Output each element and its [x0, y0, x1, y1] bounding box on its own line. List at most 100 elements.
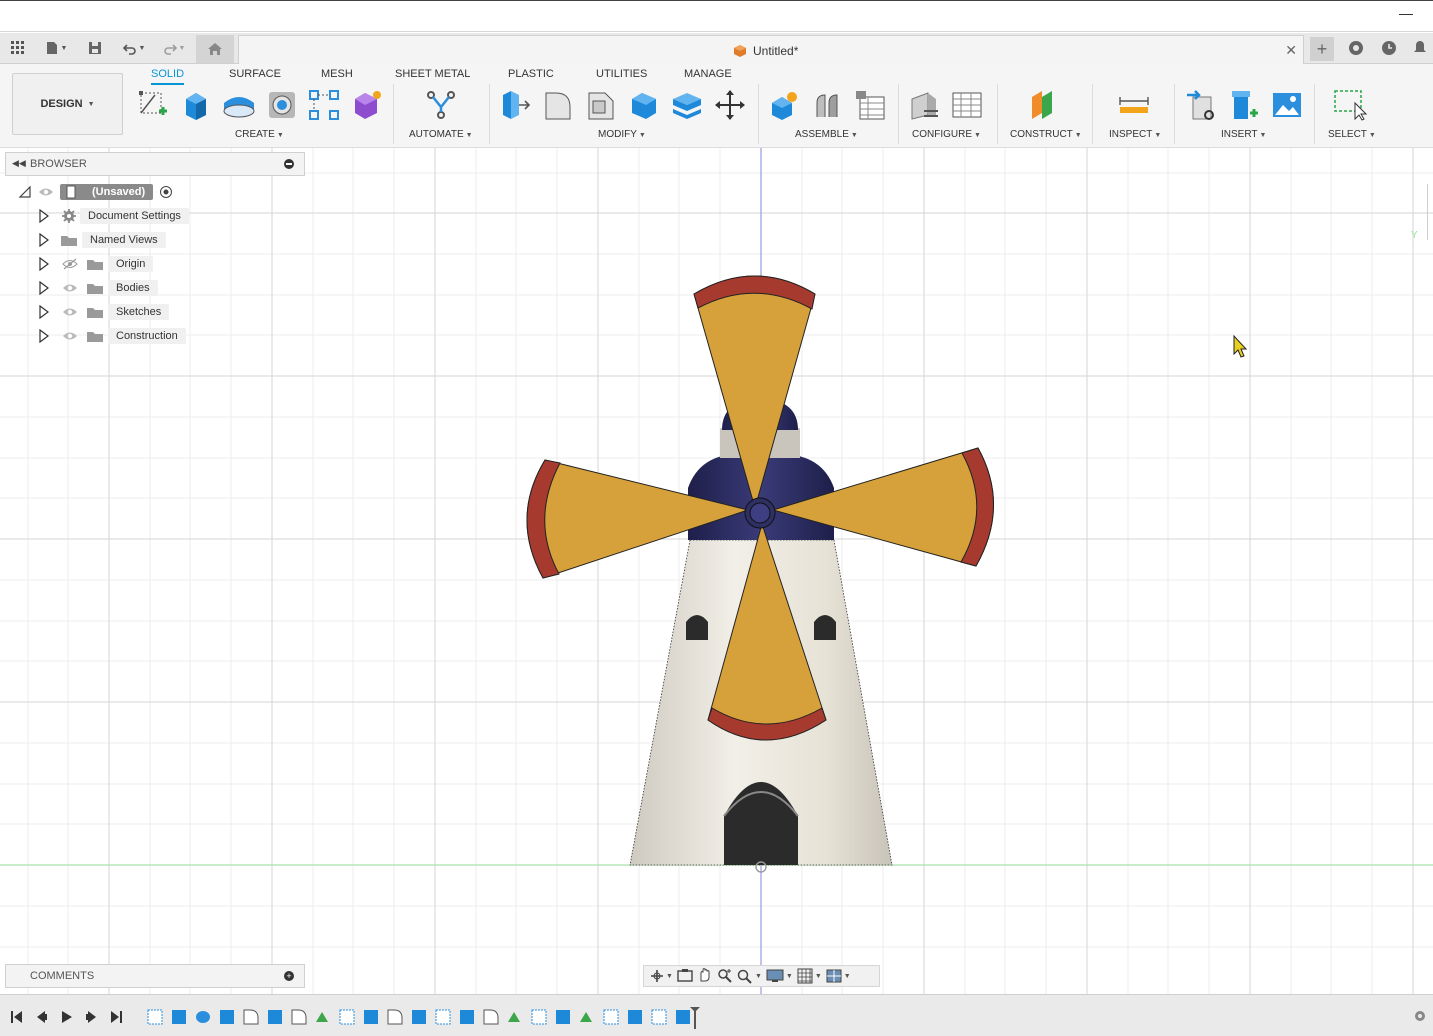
browser-item-named-views[interactable]: Named Views [38, 230, 166, 250]
measure-icon[interactable] [1117, 88, 1151, 122]
group-insert-label[interactable]: INSERT ▼ [1221, 129, 1266, 140]
eye-icon[interactable] [62, 307, 78, 317]
comments-panel-header[interactable]: COMMENTS + [5, 964, 305, 988]
browser-item-bodies[interactable]: Bodies [38, 278, 158, 298]
browser-item-sketches[interactable]: Sketches [38, 302, 170, 322]
fit-icon[interactable]: ▼ [737, 968, 762, 984]
insert-derive-icon[interactable] [1184, 88, 1218, 122]
file-menu-button[interactable]: ▼ [40, 38, 72, 58]
notifications-icon[interactable] [1410, 38, 1430, 58]
create-form-icon[interactable] [350, 88, 384, 122]
tab-surface[interactable]: SURFACE [229, 68, 281, 80]
group-assemble-label[interactable]: ASSEMBLE ▼ [795, 129, 858, 140]
browser-item-construction[interactable]: Construction [38, 326, 186, 346]
browser-minimize-button[interactable] [284, 159, 294, 169]
revolve-icon[interactable] [222, 88, 256, 122]
expand-triangle-icon[interactable] [38, 329, 50, 343]
tab-solid[interactable]: SOLID [151, 68, 185, 85]
browser-item-document-settings[interactable]: Document Settings [38, 206, 189, 226]
timeline-track[interactable] [146, 1007, 706, 1029]
look-at-icon[interactable] [677, 968, 693, 985]
toolbar-separator [1092, 84, 1093, 144]
insert-mcmaster-icon[interactable] [1227, 88, 1261, 122]
press-pull-icon[interactable] [498, 88, 532, 122]
undo-button[interactable]: ▼ [118, 38, 150, 58]
display-settings-icon[interactable]: ▼ [766, 969, 793, 983]
configuration-table-icon[interactable] [950, 88, 984, 122]
extrude-icon[interactable] [179, 88, 213, 122]
viewcube[interactable]: Y [1409, 184, 1433, 244]
chamfer-icon[interactable] [584, 88, 618, 122]
eye-icon[interactable] [38, 187, 54, 197]
collapse-browser-icon[interactable]: ◀◀ [12, 158, 26, 169]
bill-of-materials-icon[interactable] [853, 88, 887, 122]
select-window-icon[interactable] [1333, 88, 1367, 122]
viewport-graphics[interactable] [0, 148, 1433, 994]
viewports-icon[interactable]: ▼ [826, 969, 851, 983]
expand-triangle-icon[interactable] [38, 209, 50, 223]
tab-manage[interactable]: MANAGE [684, 68, 732, 80]
configure-icon[interactable] [907, 88, 941, 122]
group-modify-label[interactable]: MODIFY ▼ [598, 129, 646, 140]
group-automate-label[interactable]: AUTOMATE ▼ [409, 129, 473, 140]
3d-viewport[interactable]: Y [0, 148, 1433, 994]
create-sketch-icon[interactable] [136, 88, 170, 122]
browser-root-label[interactable]: (Unsaved) [60, 184, 154, 200]
offset-plane-icon[interactable] [1027, 88, 1061, 122]
browser-item-origin[interactable]: Origin [38, 254, 154, 274]
group-inspect-label[interactable]: INSPECT ▼ [1109, 129, 1161, 140]
pan-icon[interactable] [697, 967, 713, 986]
joint-icon[interactable] [810, 88, 844, 122]
timeline-settings-icon[interactable] [1413, 1009, 1427, 1023]
new-tab-button[interactable]: + [1310, 37, 1334, 61]
workspace-switcher[interactable]: DESIGN ▼ [12, 73, 123, 135]
tab-sheet-metal[interactable]: SHEET METAL [395, 68, 470, 80]
eye-icon[interactable] [62, 283, 78, 293]
redo-button[interactable]: ▼ [158, 38, 190, 58]
orbit-icon[interactable]: ▼ [650, 969, 673, 983]
extensions-icon[interactable] [1346, 38, 1366, 58]
expand-triangle-icon[interactable] [38, 281, 50, 295]
step-forward-icon[interactable] [85, 1010, 98, 1024]
move-icon[interactable] [713, 88, 747, 122]
eye-hidden-icon[interactable] [62, 258, 78, 270]
go-to-end-icon[interactable] [110, 1010, 123, 1024]
activate-radio-icon[interactable] [159, 185, 173, 199]
collapse-triangle-icon[interactable] [18, 185, 32, 199]
insert-canvas-icon[interactable] [1270, 88, 1304, 122]
step-back-icon[interactable] [35, 1010, 48, 1024]
expand-triangle-icon[interactable] [38, 233, 50, 247]
add-comment-button[interactable]: + [284, 971, 294, 981]
tab-utilities[interactable]: UTILITIES [596, 68, 647, 80]
zoom-icon[interactable] [717, 967, 733, 986]
job-status-icon[interactable] [1379, 38, 1399, 58]
minimize-button[interactable]: — [1399, 5, 1413, 21]
browser-panel-header[interactable]: ◀◀ BROWSER [5, 152, 305, 176]
eye-icon[interactable] [62, 331, 78, 341]
grid-settings-icon[interactable]: ▼ [797, 968, 822, 984]
new-component-icon[interactable] [767, 88, 801, 122]
save-icon[interactable] [86, 38, 104, 58]
document-tab[interactable]: Untitled* ✕ [238, 35, 1304, 65]
group-create-label[interactable]: CREATE ▼ [235, 129, 284, 140]
close-tab-button[interactable]: ✕ [1285, 42, 1297, 59]
pattern-icon[interactable] [307, 88, 341, 122]
go-to-start-icon[interactable] [10, 1010, 23, 1024]
fillet-icon[interactable] [541, 88, 575, 122]
home-button[interactable] [196, 35, 234, 63]
expand-triangle-icon[interactable] [38, 257, 50, 271]
browser-root-row[interactable]: (Unsaved) [18, 182, 173, 202]
group-construct-label[interactable]: CONSTRUCT ▼ [1010, 129, 1082, 140]
combine-icon[interactable] [670, 88, 704, 122]
shell-icon[interactable] [627, 88, 661, 122]
toolbar-separator [1174, 84, 1175, 144]
play-icon[interactable] [60, 1010, 73, 1024]
group-configure-label[interactable]: CONFIGURE ▼ [912, 129, 981, 140]
expand-triangle-icon[interactable] [38, 305, 50, 319]
app-grid-icon[interactable] [8, 38, 28, 58]
automate-icon[interactable] [424, 88, 458, 122]
group-select-label[interactable]: SELECT ▼ [1328, 129, 1376, 140]
tab-mesh[interactable]: MESH [321, 68, 353, 80]
tab-plastic[interactable]: PLASTIC [508, 68, 554, 80]
hole-icon[interactable] [265, 88, 299, 122]
